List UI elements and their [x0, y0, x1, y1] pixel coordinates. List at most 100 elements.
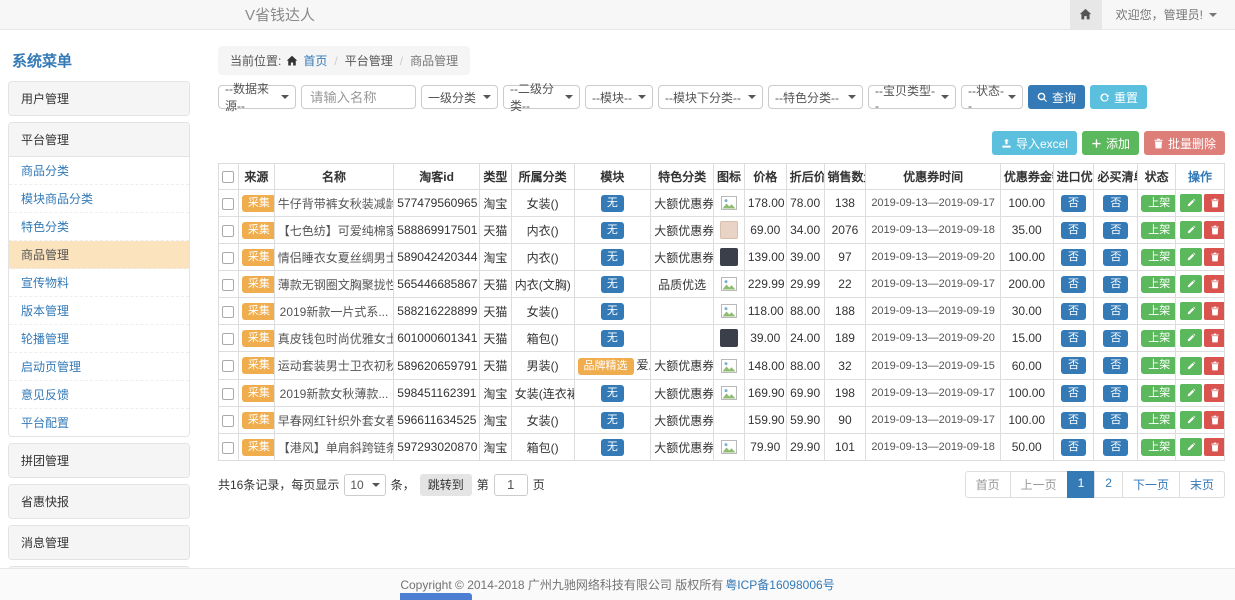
- status-toggle[interactable]: 上架: [1141, 222, 1175, 239]
- edit-button[interactable]: [1180, 194, 1202, 212]
- import-select-toggle[interactable]: 否: [1061, 357, 1086, 374]
- sidebar-item[interactable]: 平台配置: [9, 409, 189, 436]
- sidebar-item[interactable]: 模块商品分类: [9, 185, 189, 213]
- delete-button[interactable]: [1204, 329, 1224, 347]
- import-select-toggle[interactable]: 否: [1061, 439, 1086, 456]
- home-button[interactable]: [1070, 0, 1102, 30]
- sidebar-item[interactable]: 意见反馈: [9, 381, 189, 409]
- filter-select-item-type[interactable]: --宝贝类型--: [868, 85, 956, 109]
- sidebar-item[interactable]: 宣传物料: [9, 269, 189, 297]
- name-search-input[interactable]: [301, 85, 416, 109]
- filter-select-module-subcategory[interactable]: --模块下分类--: [658, 85, 763, 109]
- sidebar-item[interactable]: 特色分类: [9, 213, 189, 241]
- row-checkbox[interactable]: [222, 442, 234, 454]
- status-toggle[interactable]: 上架: [1141, 303, 1175, 320]
- filter-select-category-level1[interactable]: 一级分类: [421, 85, 498, 109]
- import-select-toggle[interactable]: 否: [1061, 222, 1086, 239]
- sidebar-section-header[interactable]: 消息管理: [9, 526, 189, 559]
- jump-to-button[interactable]: 跳转到: [420, 474, 472, 496]
- filter-select-data-source[interactable]: --数据来源--: [218, 85, 296, 109]
- sidebar-item[interactable]: 轮播管理: [9, 325, 189, 353]
- import-excel-button[interactable]: 导入excel: [992, 131, 1077, 155]
- must-buy-toggle[interactable]: 否: [1103, 439, 1128, 456]
- row-checkbox[interactable]: [222, 360, 234, 372]
- filter-select-category-level2[interactable]: --二级分类--: [503, 85, 580, 109]
- import-select-toggle[interactable]: 否: [1061, 249, 1086, 266]
- must-buy-toggle[interactable]: 否: [1103, 357, 1128, 374]
- must-buy-toggle[interactable]: 否: [1103, 249, 1128, 266]
- must-buy-toggle[interactable]: 否: [1103, 276, 1128, 293]
- select-all-checkbox[interactable]: [222, 171, 234, 183]
- icp-link[interactable]: 粤ICP备16098006号: [725, 576, 834, 593]
- edit-button[interactable]: [1180, 438, 1202, 456]
- page-next-button[interactable]: 下一页: [1122, 471, 1180, 498]
- row-checkbox[interactable]: [222, 279, 234, 291]
- breadcrumb-home-link[interactable]: 首页: [303, 52, 327, 69]
- delete-button[interactable]: [1204, 248, 1224, 266]
- add-button[interactable]: 添加: [1082, 131, 1139, 155]
- edit-button[interactable]: [1180, 329, 1202, 347]
- jump-page-input[interactable]: [494, 474, 528, 496]
- row-checkbox[interactable]: [222, 252, 234, 264]
- edit-button[interactable]: [1180, 275, 1202, 293]
- user-menu[interactable]: 欢迎您，管理员!: [1102, 6, 1235, 23]
- must-buy-toggle[interactable]: 否: [1103, 412, 1128, 429]
- delete-button[interactable]: [1204, 438, 1224, 456]
- delete-button[interactable]: [1204, 384, 1224, 402]
- sidebar-item[interactable]: 启动页管理: [9, 353, 189, 381]
- page-first-button[interactable]: 首页: [965, 471, 1011, 498]
- edit-button[interactable]: [1180, 411, 1202, 429]
- status-toggle[interactable]: 上架: [1141, 330, 1175, 347]
- row-checkbox[interactable]: [222, 225, 234, 237]
- status-toggle[interactable]: 上架: [1141, 357, 1175, 374]
- filter-select-feature-category[interactable]: --特色分类--: [768, 85, 863, 109]
- delete-button[interactable]: [1204, 194, 1224, 212]
- page-last-button[interactable]: 末页: [1179, 471, 1225, 498]
- delete-button[interactable]: [1204, 275, 1224, 293]
- status-toggle[interactable]: 上架: [1141, 195, 1175, 212]
- import-select-toggle[interactable]: 否: [1061, 412, 1086, 429]
- must-buy-toggle[interactable]: 否: [1103, 195, 1128, 212]
- row-checkbox[interactable]: [222, 306, 234, 318]
- page-1-button[interactable]: 1: [1067, 471, 1096, 498]
- row-checkbox[interactable]: [222, 388, 234, 400]
- sidebar-section-header[interactable]: 拼团管理: [9, 444, 189, 477]
- import-select-toggle[interactable]: 否: [1061, 195, 1086, 212]
- must-buy-toggle[interactable]: 否: [1103, 222, 1128, 239]
- sidebar-section-header[interactable]: 用户管理: [9, 82, 189, 115]
- edit-button[interactable]: [1180, 357, 1202, 375]
- status-toggle[interactable]: 上架: [1141, 439, 1175, 456]
- sidebar-section-header[interactable]: 平台管理: [9, 123, 189, 156]
- import-select-toggle[interactable]: 否: [1061, 303, 1086, 320]
- status-toggle[interactable]: 上架: [1141, 249, 1175, 266]
- import-select-toggle[interactable]: 否: [1061, 330, 1086, 347]
- edit-button[interactable]: [1180, 384, 1202, 402]
- status-toggle[interactable]: 上架: [1141, 385, 1175, 402]
- sidebar-item[interactable]: 商品分类: [9, 157, 189, 185]
- sidebar-section-header[interactable]: 省惠快报: [9, 485, 189, 518]
- reset-button[interactable]: 重置: [1090, 85, 1147, 109]
- must-buy-toggle[interactable]: 否: [1103, 385, 1128, 402]
- sidebar-item[interactable]: 商品管理: [9, 241, 189, 269]
- filter-select-module[interactable]: --模块--: [585, 85, 653, 109]
- import-select-toggle[interactable]: 否: [1061, 276, 1086, 293]
- edit-button[interactable]: [1180, 248, 1202, 266]
- row-checkbox[interactable]: [222, 198, 234, 210]
- must-buy-toggle[interactable]: 否: [1103, 303, 1128, 320]
- must-buy-toggle[interactable]: 否: [1103, 330, 1128, 347]
- delete-button[interactable]: [1204, 221, 1224, 239]
- delete-button[interactable]: [1204, 357, 1224, 375]
- sidebar-item[interactable]: 版本管理: [9, 297, 189, 325]
- delete-button[interactable]: [1204, 302, 1224, 320]
- delete-button[interactable]: [1204, 411, 1224, 429]
- import-select-toggle[interactable]: 否: [1061, 385, 1086, 402]
- filter-select-status[interactable]: --状态--: [961, 85, 1023, 109]
- edit-button[interactable]: [1180, 302, 1202, 320]
- edit-button[interactable]: [1180, 221, 1202, 239]
- page-size-select[interactable]: 10: [344, 474, 385, 496]
- status-toggle[interactable]: 上架: [1141, 412, 1175, 429]
- row-checkbox[interactable]: [222, 415, 234, 427]
- status-toggle[interactable]: 上架: [1141, 276, 1175, 293]
- search-button[interactable]: 查询: [1028, 85, 1085, 109]
- page-2-button[interactable]: 2: [1094, 471, 1123, 498]
